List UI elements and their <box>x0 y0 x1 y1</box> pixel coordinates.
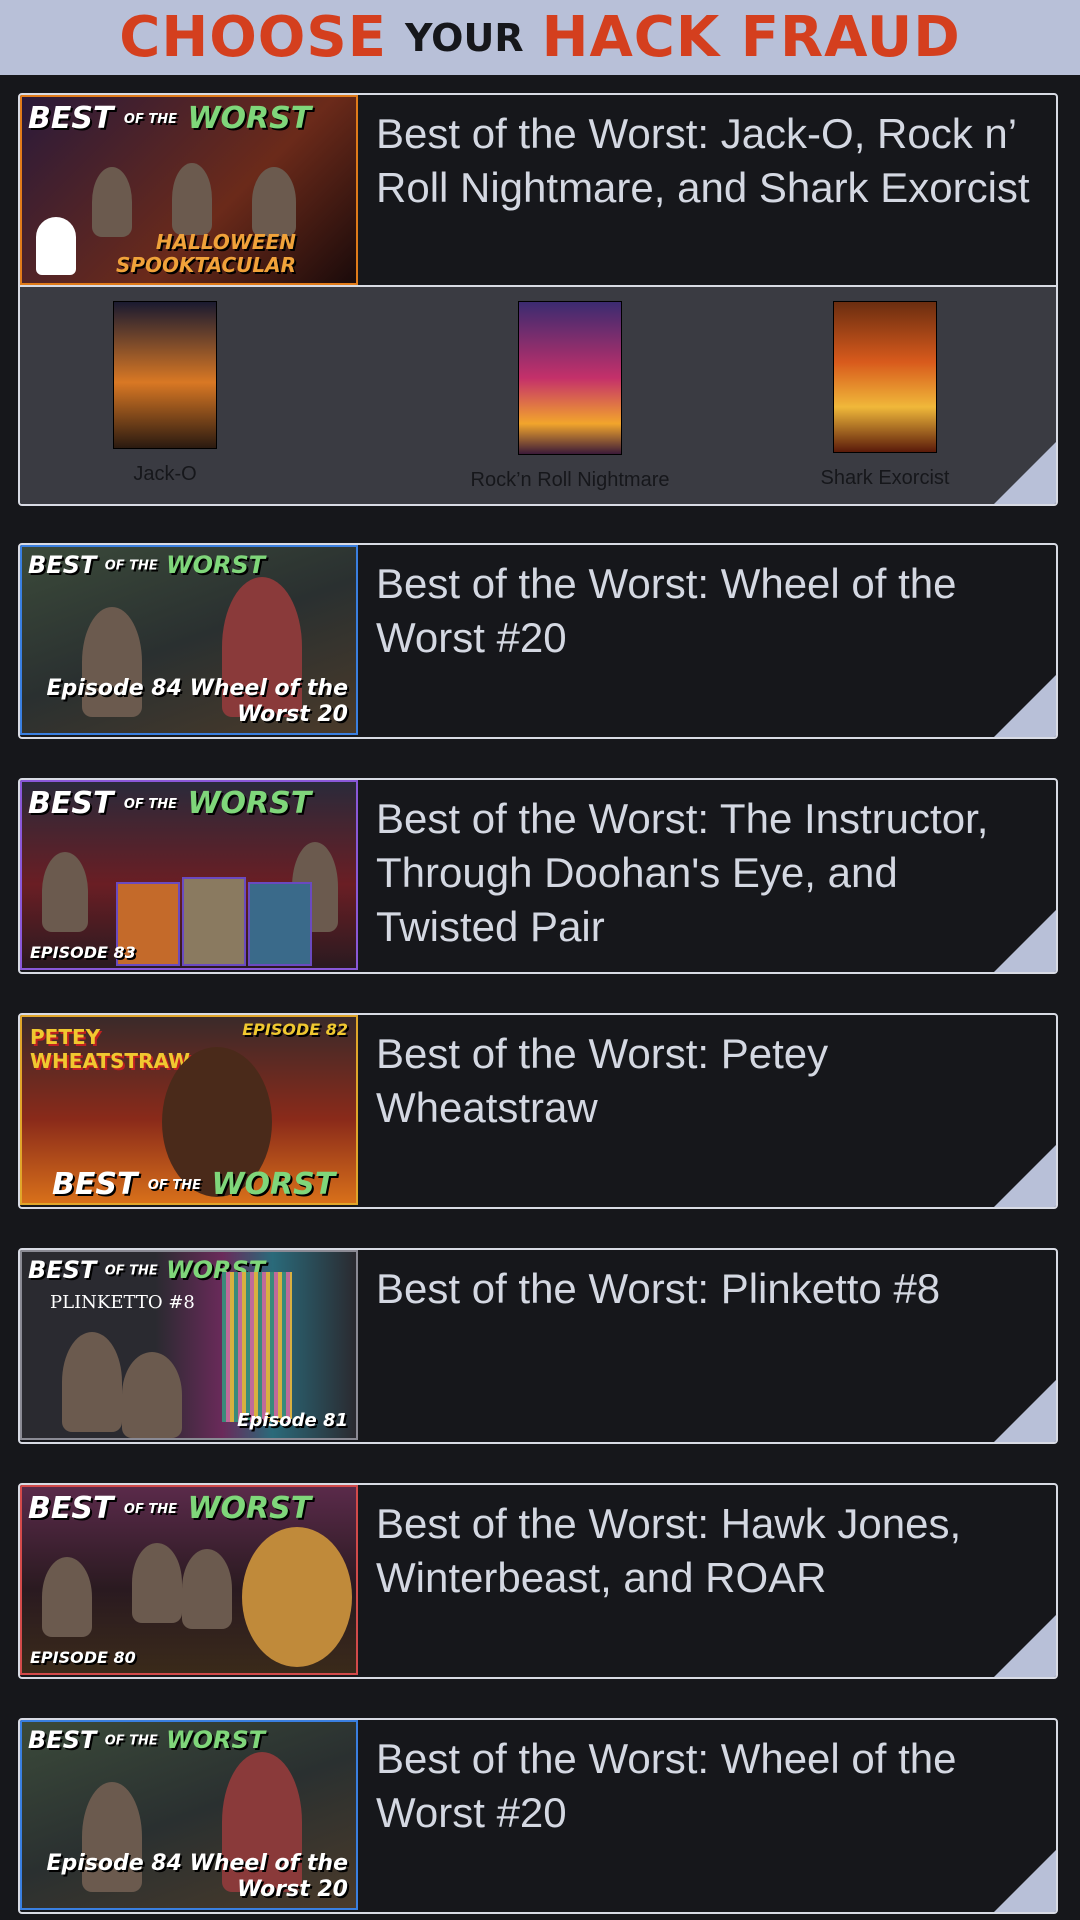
thumbnail-logo: BEST OF THE WORST <box>28 786 312 821</box>
header-word-your: YOUR <box>405 15 524 60</box>
movie-label: Shark Exorcist <box>820 467 950 489</box>
episode-card[interactable]: PETEY WHEATSTRAW EPISODE 82 BEST OF THE W… <box>18 1013 1058 1209</box>
card-corner-marker <box>994 442 1056 504</box>
movie-item-shark-exorcist[interactable]: Shark Exorcist <box>810 301 960 490</box>
card-corner-marker <box>994 1145 1056 1207</box>
thumbnail-caption: EPISODE 82 <box>242 1020 348 1039</box>
header-word-choose: CHOOSE <box>119 5 387 70</box>
movie-poster <box>113 301 217 449</box>
page-header: CHOOSE YOUR HACK FRAUD <box>0 0 1080 75</box>
episode-card[interactable]: BEST OF THE WORST Episode 84 Wheel of th… <box>18 543 1058 739</box>
thumbnail-logo: BEST OF THE WORST <box>28 101 312 136</box>
episode-title[interactable]: Best of the Worst: Petey Wheatstraw <box>358 1015 1056 1205</box>
movie-poster <box>833 301 937 453</box>
episode-card[interactable]: BEST OF THE WORST Episode 84 Wheel of th… <box>18 1718 1058 1914</box>
thumbnail-caption: Episode 84 Wheel of the Worst 20 <box>46 676 348 727</box>
thumbnail-caption: Episode 81 <box>237 1410 348 1432</box>
card-corner-marker <box>994 1615 1056 1677</box>
card-corner-marker <box>994 1850 1056 1912</box>
episode-title[interactable]: Best of the Worst: Wheel of the Worst #2… <box>358 1720 1056 1910</box>
episode-title[interactable]: Best of the Worst: Jack-O, Rock n’ Roll … <box>358 95 1056 285</box>
episode-thumbnail[interactable]: BEST OF THE WORST EPISODE 80 <box>20 1485 358 1675</box>
header-word-hack-fraud: HACK FRAUD <box>541 5 961 70</box>
episode-card[interactable]: BEST OF THE WORST EPISODE 83 Best of the… <box>18 778 1058 974</box>
movie-item-jack-o[interactable]: Jack-O <box>110 301 220 486</box>
movie-item-rock-n-roll-nightmare[interactable]: Rock’n Roll Nightmare <box>440 301 700 492</box>
lion-image <box>242 1527 352 1667</box>
movie-label: Jack-O <box>133 463 197 485</box>
episode-card[interactable]: BEST OF THE WORST PLINKETTO #8 Episode 8… <box>18 1248 1058 1444</box>
thumbnail-caption: EPISODE 83 <box>30 942 136 962</box>
featured-movie-list: Jack-O Rock’n Roll Nightmare Shark Exorc… <box>20 285 1056 504</box>
movie-label: Rock’n Roll Nightmare <box>470 469 670 491</box>
thumbnail-title: PETEY WHEATSTRAW <box>30 1025 191 1073</box>
episode-thumbnail[interactable]: BEST OF THE WORST Episode 84 Wheel of th… <box>20 1720 358 1910</box>
card-corner-marker <box>994 910 1056 972</box>
card-corner-marker <box>994 1380 1056 1442</box>
card-corner-marker <box>994 675 1056 737</box>
featured-thumbnail[interactable]: BEST OF THE WORST HALLOWEEN SPOOKTACULAR <box>20 95 358 285</box>
thumbnail-logo: BEST OF THE WORST <box>28 1726 266 1754</box>
movie-poster <box>518 301 622 455</box>
featured-episode-card[interactable]: BEST OF THE WORST HALLOWEEN SPOOKTACULAR… <box>18 93 1058 506</box>
episode-thumbnail[interactable]: PETEY WHEATSTRAW EPISODE 82 BEST OF THE W… <box>20 1015 358 1205</box>
episode-thumbnail[interactable]: BEST OF THE WORST Episode 84 Wheel of th… <box>20 545 358 735</box>
thumbnail-logo: BEST OF THE WORST <box>28 551 266 579</box>
episode-title[interactable]: Best of the Worst: The Instructor, Throu… <box>358 780 1056 970</box>
thumbnail-logo: BEST OF THE WORST <box>52 1167 336 1202</box>
thumbnail-subtitle: PLINKETTO #8 <box>50 1292 195 1313</box>
thumbnail-caption: Episode 84 Wheel of the Worst 20 <box>46 1851 348 1902</box>
episode-card[interactable]: BEST OF THE WORST EPISODE 80 Best of the… <box>18 1483 1058 1679</box>
episode-thumbnail[interactable]: BEST OF THE WORST EPISODE 83 <box>20 780 358 970</box>
thumbnail-caption: EPISODE 80 <box>30 1647 136 1667</box>
episode-title[interactable]: Best of the Worst: Wheel of the Worst #2… <box>358 545 1056 735</box>
thumbnail-logo: BEST OF THE WORST <box>28 1491 312 1526</box>
episode-title[interactable]: Best of the Worst: Hawk Jones, Winterbea… <box>358 1485 1056 1675</box>
episode-thumbnail[interactable]: BEST OF THE WORST PLINKETTO #8 Episode 8… <box>20 1250 358 1440</box>
episode-title[interactable]: Best of the Worst: Plinketto #8 <box>358 1250 1056 1440</box>
thumbnail-caption: HALLOWEEN SPOOKTACULAR <box>115 230 296 277</box>
